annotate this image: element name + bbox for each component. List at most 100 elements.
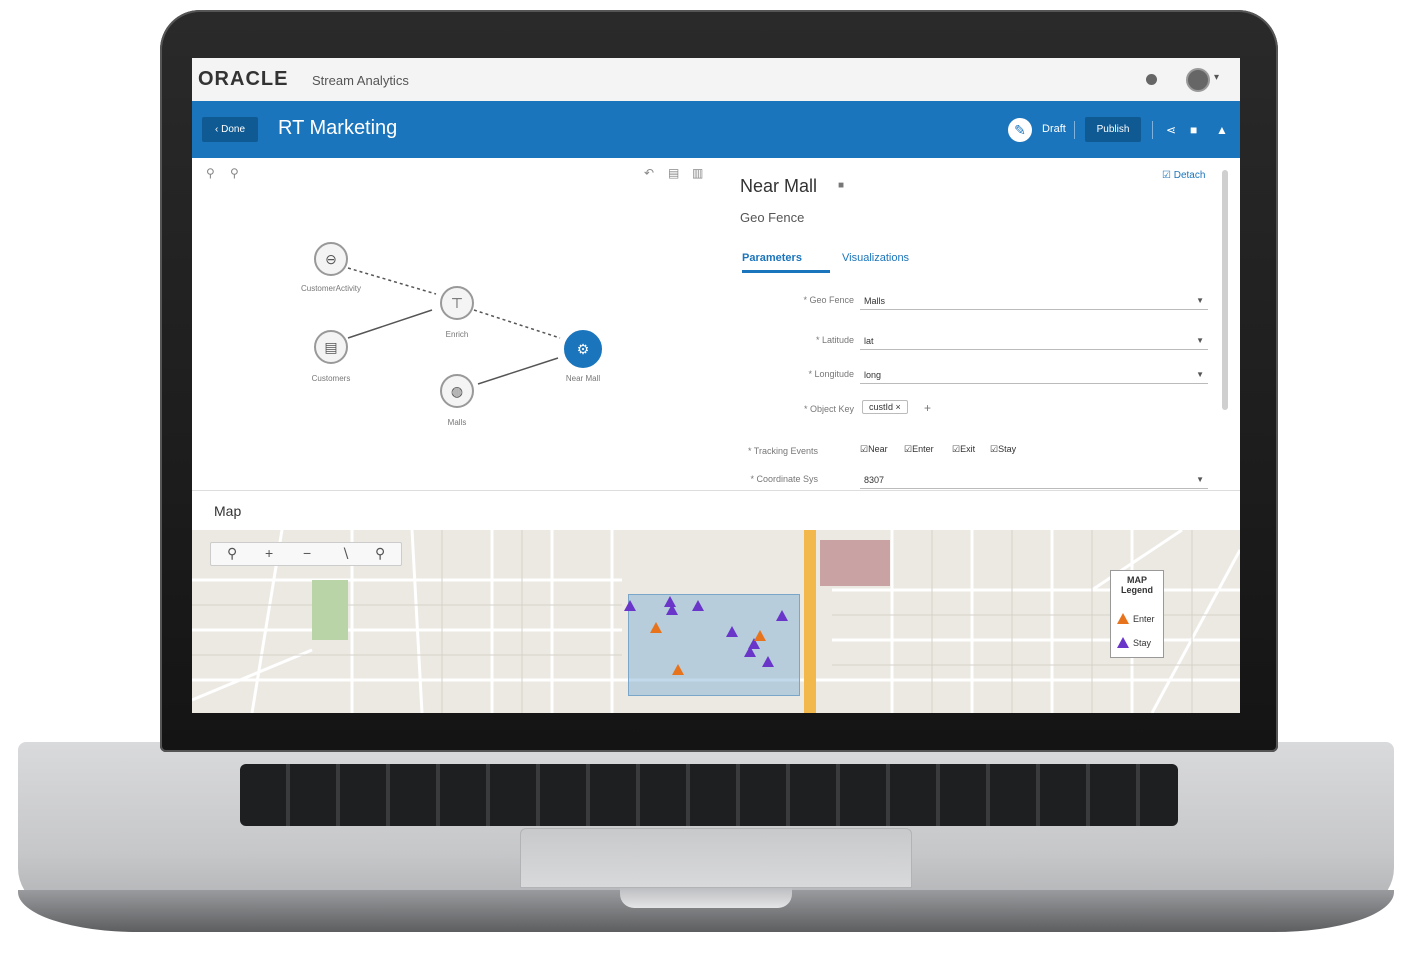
laptop-notch <box>620 886 792 908</box>
top-bar: ORACLE Stream Analytics ▾ <box>192 58 1240 102</box>
caret-down-icon: ▼ <box>1196 296 1204 305</box>
laptop-keyboard <box>240 764 1178 826</box>
node-customers[interactable]: ▤ <box>314 330 348 364</box>
checkbox-label: Enter <box>912 444 934 454</box>
checkbox-label: Stay <box>998 444 1017 454</box>
node-malls[interactable]: ◍ <box>440 374 474 408</box>
publish-button[interactable]: Publish <box>1085 117 1141 142</box>
pipeline-title: RT Marketing <box>278 117 398 139</box>
zoom-box-icon[interactable]: ⚲ <box>227 545 237 562</box>
node-enrich[interactable]: ⊤ <box>440 286 474 320</box>
pipeline-links <box>347 267 561 385</box>
legend-stay-label: Stay <box>1133 638 1152 648</box>
stay-marker[interactable] <box>692 600 704 611</box>
product-name: Stream Analytics <box>312 73 409 88</box>
map-toolbar: ⚲ + − ∖ ⚲ <box>210 542 402 566</box>
label-text: Coordinate Sys <box>756 474 818 484</box>
stay-marker[interactable] <box>762 656 774 667</box>
tracking-events-label: * Tracking Events <box>747 446 818 456</box>
coordinate-sys-label: * Coordinate Sys <box>750 474 818 484</box>
map-view[interactable]: ⚲ + − ∖ ⚲ MAP Legend Enter Stay <box>192 530 1240 713</box>
object-key-label: * Object Key <box>803 404 854 414</box>
add-icon[interactable]: + <box>924 401 931 415</box>
geo-fence-area[interactable] <box>628 594 800 696</box>
comment-icon[interactable]: ■ <box>1190 123 1197 137</box>
legend-title: MAP Legend <box>1120 575 1153 595</box>
geo-fence-select[interactable]: Malls ▼ <box>860 292 1208 310</box>
building-block <box>820 540 890 586</box>
done-label: Done <box>221 124 245 135</box>
enter-marker[interactable] <box>672 664 684 675</box>
caret-down-icon: ▼ <box>1196 336 1204 345</box>
help-icon[interactable] <box>1146 74 1157 85</box>
latitude-label: * Latitude <box>815 335 854 345</box>
search-icon[interactable]: ⚲ <box>375 545 385 562</box>
node-label: CustomerActivity <box>300 284 361 293</box>
edit-icon[interactable]: ✎ <box>1008 118 1032 142</box>
checkbox-stay[interactable]: ☑Stay <box>990 444 1016 455</box>
legend-stay-icon <box>1117 637 1129 648</box>
park-area <box>312 580 348 640</box>
stay-marker[interactable] <box>726 626 738 637</box>
node-customer-activity[interactable]: ⊖ <box>314 242 348 276</box>
divider <box>1074 121 1075 139</box>
longitude-label: * Longitude <box>808 369 854 379</box>
person-icon[interactable]: ▲ <box>1216 123 1228 137</box>
draft-status: Draft <box>1042 123 1066 135</box>
stage-type: Geo Fence <box>740 210 805 225</box>
share-icon[interactable]: ⋖ <box>1166 123 1176 137</box>
caret-down-icon: ▼ <box>1196 370 1204 379</box>
detach-button[interactable]: ☑ Detach <box>1162 170 1205 181</box>
latitude-select[interactable]: lat ▼ <box>860 332 1208 350</box>
divider <box>1152 121 1153 139</box>
stay-marker[interactable] <box>776 610 788 621</box>
caret-down-icon: ▼ <box>1196 475 1204 484</box>
zoom-in-icon[interactable]: + <box>265 545 273 561</box>
label-text: Tracking Events <box>753 446 818 456</box>
tab-parameters[interactable]: Parameters <box>742 252 830 273</box>
stage-title: Near Mall <box>740 176 818 196</box>
enter-marker[interactable] <box>650 622 662 633</box>
pipeline-canvas: ⚲ ⚲ ↶ ▤ ▥ ⊖ CustomerActivity ▤ Customers… <box>192 158 721 488</box>
checkbox-label: Near <box>868 444 888 454</box>
node-label: Enrich <box>445 330 469 339</box>
node-near-mall[interactable]: ⚙ <box>564 330 602 368</box>
measure-icon[interactable]: ∖ <box>341 545 350 562</box>
chevron-down-icon[interactable]: ▾ <box>1214 72 1219 83</box>
longitude-select[interactable]: long ▼ <box>860 366 1208 384</box>
info-icon[interactable]: ■ <box>838 180 844 191</box>
label-text: Longitude <box>814 369 854 379</box>
checkbox-enter[interactable]: ☑Enter <box>904 444 934 455</box>
app-screen: ORACLE Stream Analytics ▾ ‹ Done RT Mark… <box>192 58 1240 713</box>
enter-marker[interactable] <box>754 630 766 641</box>
object-key-chip[interactable]: custId × <box>862 400 908 414</box>
select-value: 8307 <box>864 475 885 485</box>
properties-panel: Near Mall ■ Geo Fence ☑ Detach Parameter… <box>720 158 1240 489</box>
node-label: Customers <box>311 374 351 383</box>
node-label: Near Mall <box>565 374 601 383</box>
map-title: Map <box>214 503 242 519</box>
label-text: Geo Fence <box>809 295 854 305</box>
map-header: Map <box>192 490 1240 531</box>
stay-marker[interactable] <box>744 646 756 657</box>
map-legend: MAP Legend Enter Stay <box>1110 570 1164 658</box>
user-avatar-icon[interactable] <box>1186 68 1210 92</box>
detach-label: Detach <box>1173 170 1206 181</box>
legend-enter-label: Enter <box>1133 614 1155 624</box>
label-text: Latitude <box>821 335 854 345</box>
checkbox-exit[interactable]: ☑Exit <box>952 444 975 455</box>
geo-fence-label: * Geo Fence <box>803 295 854 305</box>
label-text: Object Key <box>809 404 854 414</box>
legend-enter-icon <box>1117 613 1129 624</box>
stay-marker[interactable] <box>666 604 678 615</box>
properties-scrollbar[interactable] <box>1222 170 1228 410</box>
checkbox-near[interactable]: ☑Near <box>860 444 888 455</box>
coordinate-sys-select[interactable]: 8307 ▼ <box>860 471 1208 489</box>
tab-visualizations[interactable]: Visualizations <box>842 252 909 264</box>
laptop-trackpad <box>520 828 912 888</box>
oracle-logo: ORACLE <box>198 68 289 90</box>
stay-marker[interactable] <box>624 600 636 611</box>
chip-value: custId <box>869 402 894 412</box>
zoom-out-icon[interactable]: − <box>303 545 311 561</box>
done-button[interactable]: ‹ Done <box>202 117 258 142</box>
